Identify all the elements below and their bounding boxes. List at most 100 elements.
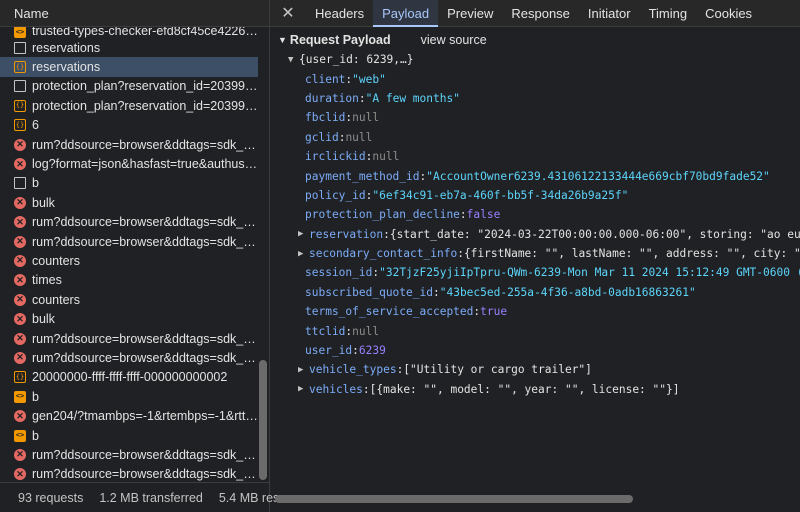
field-key: policy_id [305,188,366,202]
colon: : [365,188,373,202]
caret-right-icon[interactable]: ▶ [298,229,309,239]
caret-right-icon[interactable]: ▶ [298,384,309,394]
caret-right-icon[interactable]: ▶ [298,249,309,259]
caret-right-icon[interactable]: ▶ [298,365,309,375]
colon: : [372,266,380,280]
payload-root-object[interactable]: ▼ {user_id: 6239,…} [270,50,800,69]
field-value: null [352,111,380,125]
request-row[interactable]: {} 20000000-ffff-ffff-ffff-000000000002 [0,368,258,387]
object-preview: {user_id: 6239,…} [299,53,414,67]
request-row[interactable]: ✕ rum?ddsource=browser&ddtags=sdk_vers... [0,445,258,464]
request-name: gen204/?tmambps=-1&rtembps=-1&rttms... [32,409,258,424]
request-row[interactable]: {} protection_plan?reservation_id=2039935… [0,96,258,115]
payload-field-fbclid: fbclid: null [270,108,800,127]
close-icon[interactable]: ✕ [270,0,306,26]
request-row[interactable]: ✕ bulk [0,193,258,212]
tab-cookies[interactable]: Cookies [696,0,761,26]
request-row[interactable]: {} reservations [0,57,258,77]
request-row[interactable]: {} 6 [0,116,258,135]
field-key: payment_method_id [305,169,420,183]
field-value: 6239 [358,344,386,358]
payload-tree: ▼ {user_id: 6239,…} client: "web" duratio… [270,50,800,399]
request-name: 20000000-ffff-ffff-ffff-000000000002 [32,370,228,385]
tab-headers[interactable]: Headers [306,0,373,26]
field-value: {start_date: "2024-03-22T00:00:00.000-06… [389,227,800,241]
error-icon: ✕ [14,410,26,423]
field-value: null [352,324,380,338]
request-row[interactable]: ✕ rum?ddsource=browser&ddtags=sdk_vers... [0,232,258,251]
field-value: [{make: "", model: "", year: "", license… [369,382,680,396]
request-name: rum?ddsource=browser&ddtags=sdk_vers... [32,331,258,346]
payload-field-session-id: session_id: "32TjzF25yjiIpTpru-QWm-6239-… [270,263,800,282]
request-name: counters [32,292,80,307]
caret-down-icon[interactable]: ▼ [288,55,299,65]
tab-payload[interactable]: Payload [373,0,439,27]
colon: : [345,72,353,86]
field-key: client [305,72,346,86]
request-row[interactable]: <> b [0,387,258,406]
request-row[interactable]: ✕ rum?ddsource=browser&ddtags=sdk_vers... [0,465,258,482]
colon: : [362,382,370,396]
field-value: true [480,305,508,319]
request-row[interactable]: ✕ rum?ddsource=browser&ddtags=sdk_vers... [0,329,258,348]
horizontal-scrollbar[interactable] [275,495,633,503]
transferred-size: 1.2 MB transferred [99,490,203,505]
request-row[interactable]: ✕ counters [0,290,258,309]
request-name: rum?ddsource=browser&ddtags=sdk_vers... [32,447,258,462]
request-name: rum?ddsource=browser&ddtags=sdk_vers... [32,350,258,365]
request-row[interactable]: ✕ rum?ddsource=browser&ddtags=sdk_vers... [0,348,258,367]
view-source-link[interactable]: view source [421,33,487,47]
error-icon: ✕ [14,254,26,267]
document-icon [14,177,26,190]
payload-field-secondary-contact-info[interactable]: ▶ secondary_contact_info: {firstName: "",… [270,244,800,263]
field-key: irclickid [305,150,366,164]
tab-response[interactable]: Response [502,0,579,26]
request-count: 93 requests [18,490,84,505]
request-row[interactable]: ✕ rum?ddsource=browser&ddtags=sdk_vers... [0,135,258,154]
field-key: ttclid [305,324,346,338]
tab-timing[interactable]: Timing [640,0,697,26]
request-list-scrollbar[interactable] [259,360,267,480]
request-row[interactable]: ✕ gen204/?tmambps=-1&rtembps=-1&rttms... [0,406,258,425]
request-name: b [32,176,39,191]
request-row[interactable]: <> trusted-types-checker-efd8cf45ce422659… [0,27,258,38]
name-column-header[interactable]: Name [0,0,269,27]
field-key: fbclid [305,111,346,125]
document-icon [14,41,26,54]
request-row[interactable]: protection_plan?reservation_id=203993592 [0,77,258,96]
field-value: "32TjzF25yjiIpTpru-QWm-6239-Mon Mar 11 2… [379,266,800,280]
field-value: "6ef34c91-eb7a-460f-bb5f-34da26b9a25f" [372,188,629,202]
request-row[interactable]: b [0,174,258,193]
payload-field-protection-plan-decline: protection_plan_decline: false [270,205,800,224]
error-icon: ✕ [14,235,26,248]
colon: : [396,363,404,377]
error-icon: ✕ [14,138,26,151]
payload-field-client: client: "web" [270,69,800,88]
tab-preview[interactable]: Preview [438,0,502,26]
request-row[interactable]: ✕ bulk [0,309,258,328]
name-column-label: Name [14,5,49,21]
field-value: "43bec5ed-255a-4f36-a8bd-0adb16863261" [439,285,696,299]
payload-field-terms-of-service-accepted: terms_of_service_accepted: true [270,302,800,321]
payload-field-reservation[interactable]: ▶ reservation: {start_date: "2024-03-22T0… [270,225,800,244]
field-value: ["Utility or cargo trailer"] [403,363,592,377]
field-value: null [345,130,373,144]
request-row[interactable]: <> b [0,426,258,445]
request-row[interactable]: ✕ counters [0,251,258,270]
json-icon: {} [14,119,26,132]
colon: : [383,227,390,241]
request-row[interactable]: reservations [0,38,258,57]
request-row[interactable]: ✕ rum?ddsource=browser&ddtags=sdk_vers... [0,213,258,232]
request-row[interactable]: ✕ log?format=json&hasfast=true&authuser=0 [0,154,258,173]
tab-initiator[interactable]: Initiator [579,0,640,26]
request-row[interactable]: ✕ times [0,271,258,290]
request-name: reservations [32,40,101,55]
caret-down-icon[interactable]: ▼ [278,35,287,45]
error-icon: ✕ [14,216,26,229]
request-payload-section-header[interactable]: ▼ Request Payload view source [270,30,800,50]
payload-field-vehicle-types[interactable]: ▶ vehicle_types: ["Utility or cargo trail… [270,360,800,379]
request-name: bulk [32,195,55,210]
request-name: protection_plan?reservation_id=203993592 [32,98,258,113]
field-value: "A few months" [365,91,460,105]
payload-field-vehicles[interactable]: ▶ vehicles: [{make: "", model: "", year: … [270,380,800,399]
